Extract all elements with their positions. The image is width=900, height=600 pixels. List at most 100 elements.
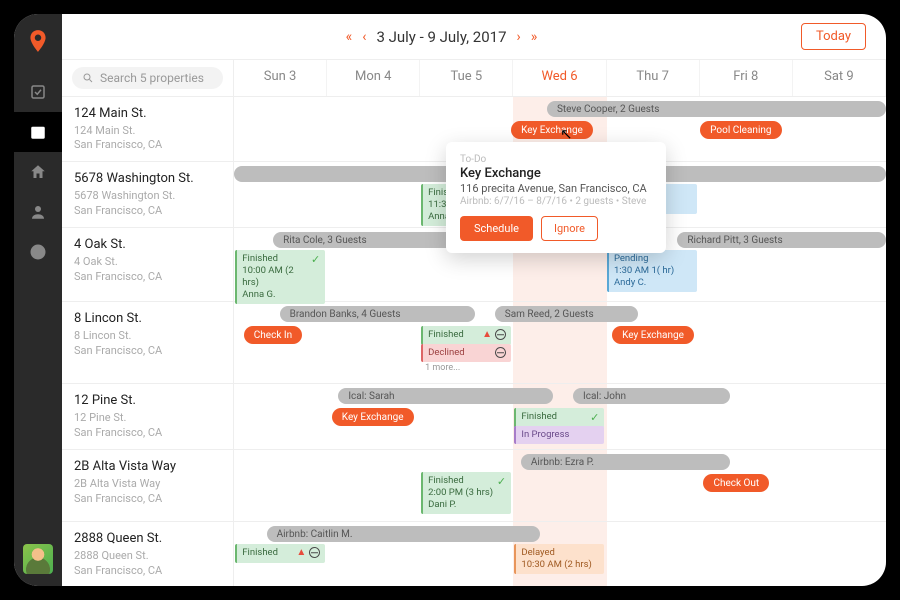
nav-first-icon[interactable]: « (346, 29, 353, 45)
nav-prev-icon[interactable]: ‹ (362, 29, 366, 45)
task-pill-check-in[interactable]: Check In (244, 326, 302, 344)
booking-bar[interactable] (638, 166, 886, 182)
property-name: 5678 Washington St. (74, 170, 221, 188)
task-card[interactable]: Finished✓ 2:00 PM (3 hrs) Dani P. (421, 472, 511, 514)
property-city: San Francisco, CA (74, 426, 221, 441)
nav-reports[interactable] (14, 232, 62, 272)
property-name: 2888 Queen St. (74, 530, 221, 548)
task-pill-key-exchange[interactable]: Key Exchange (511, 121, 593, 139)
search-input[interactable]: Search 5 properties (72, 67, 223, 89)
property-city: San Francisco, CA (74, 204, 221, 219)
property-row: 2B Alta Vista Way 2B Alta Vista Way San … (62, 450, 886, 522)
task-pill-pool-cleaning[interactable]: Pool Cleaning (700, 121, 781, 139)
task-pill-key-exchange[interactable]: Key Exchange (612, 326, 694, 344)
task-status: Finished (428, 475, 464, 486)
popover-meta: Airbnb: 6/7/16 – 8/7/16 • 2 guests • Ste… (460, 196, 652, 207)
task-status: Finished (242, 547, 278, 558)
task-card[interactable]: Finished ✓ (514, 408, 604, 428)
task-time: 1:30 AM 1( hr) (614, 265, 674, 276)
booking-bar[interactable] (234, 166, 482, 182)
date-range-label: 3 July - 9 July, 2017 (376, 28, 506, 46)
more-link[interactable]: 1 more... (421, 362, 464, 374)
lane: Brandon Banks, 4 Guests Sam Reed, 2 Gues… (234, 302, 886, 383)
task-pill-key-exchange[interactable]: Key Exchange (332, 408, 414, 426)
property-cell[interactable]: 2B Alta Vista Way 2B Alta Vista Way San … (62, 450, 234, 521)
day-header-wed[interactable]: Wed 6 (513, 60, 606, 96)
task-card[interactable]: Finished✓ 10:00 AM (2 hrs) Anna G. (235, 250, 325, 304)
task-card[interactable]: Delayed 10:30 AM (2 hrs) (514, 544, 604, 574)
day-header-thu[interactable]: Thu 7 (607, 60, 700, 96)
property-addr: 124 Main St. (74, 124, 221, 139)
property-row: 8 Lincon St. 8 Lincon St. San Francisco,… (62, 302, 886, 384)
property-city: San Francisco, CA (74, 492, 221, 507)
property-city: San Francisco, CA (74, 270, 221, 285)
task-status: Finished (521, 411, 557, 422)
task-status: Declined (428, 347, 465, 358)
lane: Airbnb: Ezra P. Finished✓ 2:00 PM (3 hrs… (234, 450, 886, 521)
booking-bar[interactable]: Steve Cooper, 2 Guests (547, 101, 886, 117)
today-button[interactable]: Today (801, 23, 866, 50)
task-card[interactable]: Declined (421, 344, 511, 362)
property-cell[interactable]: 12 Pine St. 12 Pine St. San Francisco, C… (62, 384, 234, 449)
day-header-fri[interactable]: Fri 8 (700, 60, 793, 96)
booking-bar[interactable]: Sam Reed, 2 Guests (495, 306, 638, 322)
property-cell[interactable]: 2888 Queen St. 2888 Queen St. San Franci… (62, 522, 234, 586)
property-addr: 2B Alta Vista Way (74, 477, 221, 492)
nav-checklist[interactable] (14, 72, 62, 112)
property-addr: 4 Oak St. (74, 255, 221, 270)
no-entry-icon (309, 547, 320, 558)
nav-calendar[interactable] (14, 112, 62, 152)
task-pill-check-out[interactable]: Check Out (703, 474, 769, 492)
property-name: 2B Alta Vista Way (74, 458, 221, 476)
day-header-tue[interactable]: Tue 5 (420, 60, 513, 96)
task-time: 10:00 AM (2 hrs) (242, 265, 293, 288)
nav-home[interactable] (14, 152, 62, 192)
nav-next-icon[interactable]: › (517, 29, 521, 45)
task-assignee: Dani P. (428, 499, 456, 510)
popover-title: Key Exchange (460, 166, 652, 181)
search-cell: Search 5 properties (62, 60, 234, 96)
check-icon: ✓ (590, 411, 599, 425)
property-cell[interactable]: 5678 Washington St. 5678 Washington St. … (62, 162, 234, 227)
lane: Ical: Sarah Ical: John Key Exchange Fini… (234, 384, 886, 449)
ignore-button[interactable]: Ignore (541, 216, 598, 241)
booking-bar[interactable]: Ical: John (573, 388, 729, 404)
day-header-sun[interactable]: Sun 3 (234, 60, 327, 96)
task-card[interactable]: Pending 1:30 AM 1( hr) Andy C. (607, 250, 697, 292)
booking-bar[interactable]: Airbnb: Ezra P. (521, 454, 730, 470)
day-header-mon[interactable]: Mon 4 (327, 60, 420, 96)
task-status: Delayed (521, 547, 555, 558)
property-name: 4 Oak St. (74, 236, 221, 254)
property-addr: 8 Lincon St. (74, 329, 221, 344)
task-status: In Progress (521, 429, 569, 440)
warning-icon: ▲ (482, 329, 492, 342)
property-city: San Francisco, CA (74, 138, 221, 153)
nav-people[interactable] (14, 192, 62, 232)
task-card[interactable]: Finished ▲ (235, 544, 325, 563)
booking-bar[interactable]: Richard Pitt, 3 Guests (677, 232, 886, 248)
task-assignee: Anna G. (242, 289, 275, 300)
task-card[interactable]: Finished ▲ (421, 326, 511, 345)
property-cell[interactable]: 4 Oak St. 4 Oak St. San Francisco, CA (62, 228, 234, 301)
task-assignee: Andy C. (614, 277, 646, 288)
property-city: San Francisco, CA (74, 564, 221, 579)
date-navigator: « ‹ 3 July - 9 July, 2017 › » (82, 28, 801, 46)
popover-address: 116 precita Avenue, San Francisco, CA (460, 182, 652, 195)
schedule-button[interactable]: Schedule (460, 216, 533, 241)
nav-last-icon[interactable]: » (531, 29, 538, 45)
booking-bar[interactable]: Ical: Sarah (338, 388, 553, 404)
property-row: 2888 Queen St. 2888 Queen St. San Franci… (62, 522, 886, 586)
task-time: 2:00 PM (3 hrs) (428, 487, 493, 498)
booking-bar[interactable]: Airbnb: Caitlin M. (267, 526, 541, 542)
search-icon (82, 72, 94, 84)
lane: Airbnb: Caitlin M. Finished ▲ Delayed 10… (234, 522, 886, 586)
task-card[interactable]: In Progress (514, 426, 604, 444)
property-cell[interactable]: 124 Main St. 124 Main St. San Francisco,… (62, 97, 234, 161)
property-cell[interactable]: 8 Lincon St. 8 Lincon St. San Francisco,… (62, 302, 234, 383)
booking-bar[interactable]: Brandon Banks, 4 Guests (280, 306, 476, 322)
task-status: Finished (428, 329, 464, 340)
property-name: 124 Main St. (74, 105, 221, 123)
main-content: « ‹ 3 July - 9 July, 2017 › » Today Sear… (62, 14, 886, 586)
day-header-sat[interactable]: Sat 9 (793, 60, 886, 96)
user-avatar[interactable] (23, 544, 53, 574)
